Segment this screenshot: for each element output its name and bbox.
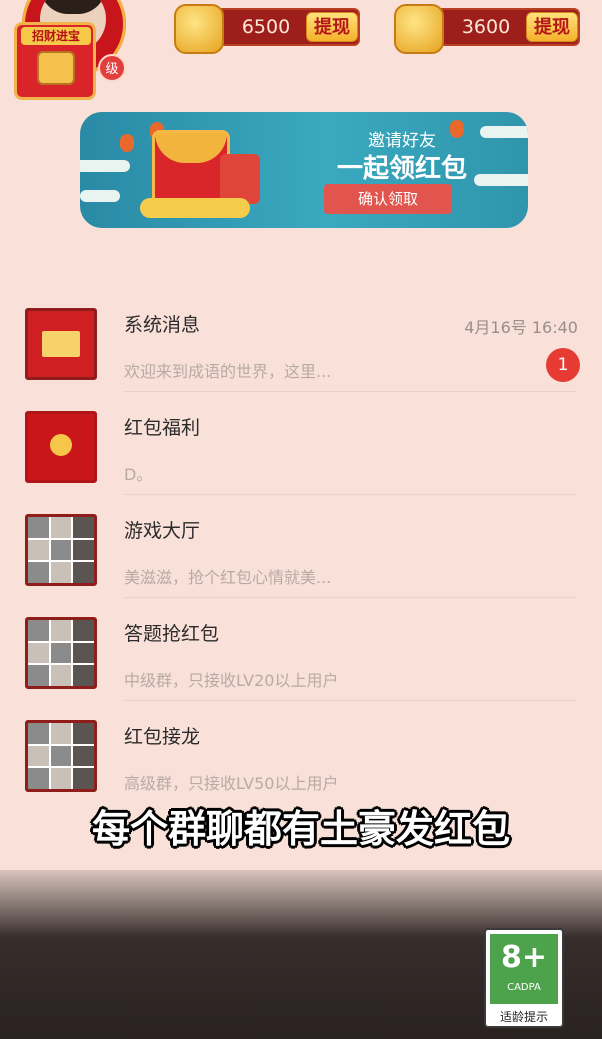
age-label: 适龄提示 — [499, 1010, 548, 1024]
red-envelope-icon — [25, 411, 97, 483]
withdraw-button[interactable]: 提现 — [526, 12, 578, 42]
divider — [124, 597, 576, 598]
envelope-flap — [155, 133, 227, 163]
chat-title: 红包接龙 — [124, 726, 201, 748]
chat-title: 游戏大厅 — [124, 520, 201, 542]
group-avatar-icon — [25, 514, 97, 586]
chat-title: 系统消息 — [124, 314, 201, 336]
divider — [124, 700, 576, 701]
group-avatar-icon — [25, 720, 97, 792]
level-title: 招财进宝 — [21, 27, 91, 45]
gold-coins-decoration — [140, 198, 250, 218]
coin-value: 3600 — [461, 16, 511, 38]
red-envelope-icon — [152, 130, 230, 208]
invite-banner[interactable]: 邀请好友 一起领红包 确认领取 — [80, 112, 528, 228]
group-avatar-grid — [28, 517, 94, 583]
group-avatar-grid — [28, 723, 94, 789]
banner-title: 一起领红包 — [336, 154, 467, 184]
level-badge: 级 — [98, 54, 126, 82]
list-item[interactable]: 答题抢红包 中级群，只接收LV20以上用户 — [0, 599, 602, 701]
withdraw-button[interactable]: 提现 — [306, 12, 358, 42]
divider — [124, 391, 576, 392]
avatar-hair — [40, 0, 106, 14]
coin-value: 6500 — [241, 16, 291, 38]
coin-balance-2: 3600 提现 — [426, 8, 580, 46]
red-packet-coin-icon — [394, 4, 444, 54]
age-rating-badge: 8+ CADPA 适龄提示 — [484, 928, 564, 1028]
claim-button[interactable]: 确认领取 — [324, 184, 452, 214]
list-item[interactable]: 红包福利 D。 — [0, 393, 602, 495]
chat-title: 红包福利 — [124, 417, 201, 439]
mail-icon — [25, 308, 97, 380]
chat-preview: 欢迎来到成语的世界，这里... — [124, 362, 332, 381]
cloud-decoration — [80, 160, 130, 172]
mail-envelope-shape — [42, 331, 80, 357]
unread-badge: 1 — [546, 348, 580, 382]
chat-title: 答题抢红包 — [124, 623, 220, 645]
red-envelope-icon — [220, 154, 260, 204]
age-org: CADPA — [507, 982, 541, 993]
treasure-chest-icon — [37, 51, 75, 85]
chat-preview: 美滋滋，抢个红包心情就美... — [124, 568, 332, 587]
list-item[interactable]: 系统消息 4月16号 16:40 欢迎来到成语的世界，这里... 1 — [0, 290, 602, 392]
age-number: 8+ — [500, 940, 547, 975]
group-avatar-icon — [25, 617, 97, 689]
list-item[interactable]: 游戏大厅 美滋滋，抢个红包心情就美... — [0, 496, 602, 598]
video-caption: 每个群聊都有土豪发红包 — [91, 807, 510, 851]
list-item[interactable]: 红包接龙 高级群，只接收LV50以上用户 — [0, 702, 602, 804]
chat-time: 4月16号 16:40 — [464, 318, 578, 337]
chat-preview: 中级群，只接收LV20以上用户 — [124, 671, 339, 690]
gold-coin-bag-icon — [174, 4, 224, 54]
coin-balance-1: 6500 提现 — [206, 8, 360, 46]
lantern-icon — [120, 134, 134, 152]
chat-preview: 高级群，只接收LV50以上用户 — [124, 774, 339, 793]
cloud-decoration — [80, 190, 120, 202]
level-card[interactable]: 招财进宝 — [14, 22, 96, 100]
age-rating-panel: 8+ CADPA — [490, 934, 558, 1004]
chat-preview: D。 — [124, 465, 153, 484]
group-avatar-grid — [28, 620, 94, 686]
divider — [124, 494, 576, 495]
envelope-seal — [50, 434, 72, 456]
